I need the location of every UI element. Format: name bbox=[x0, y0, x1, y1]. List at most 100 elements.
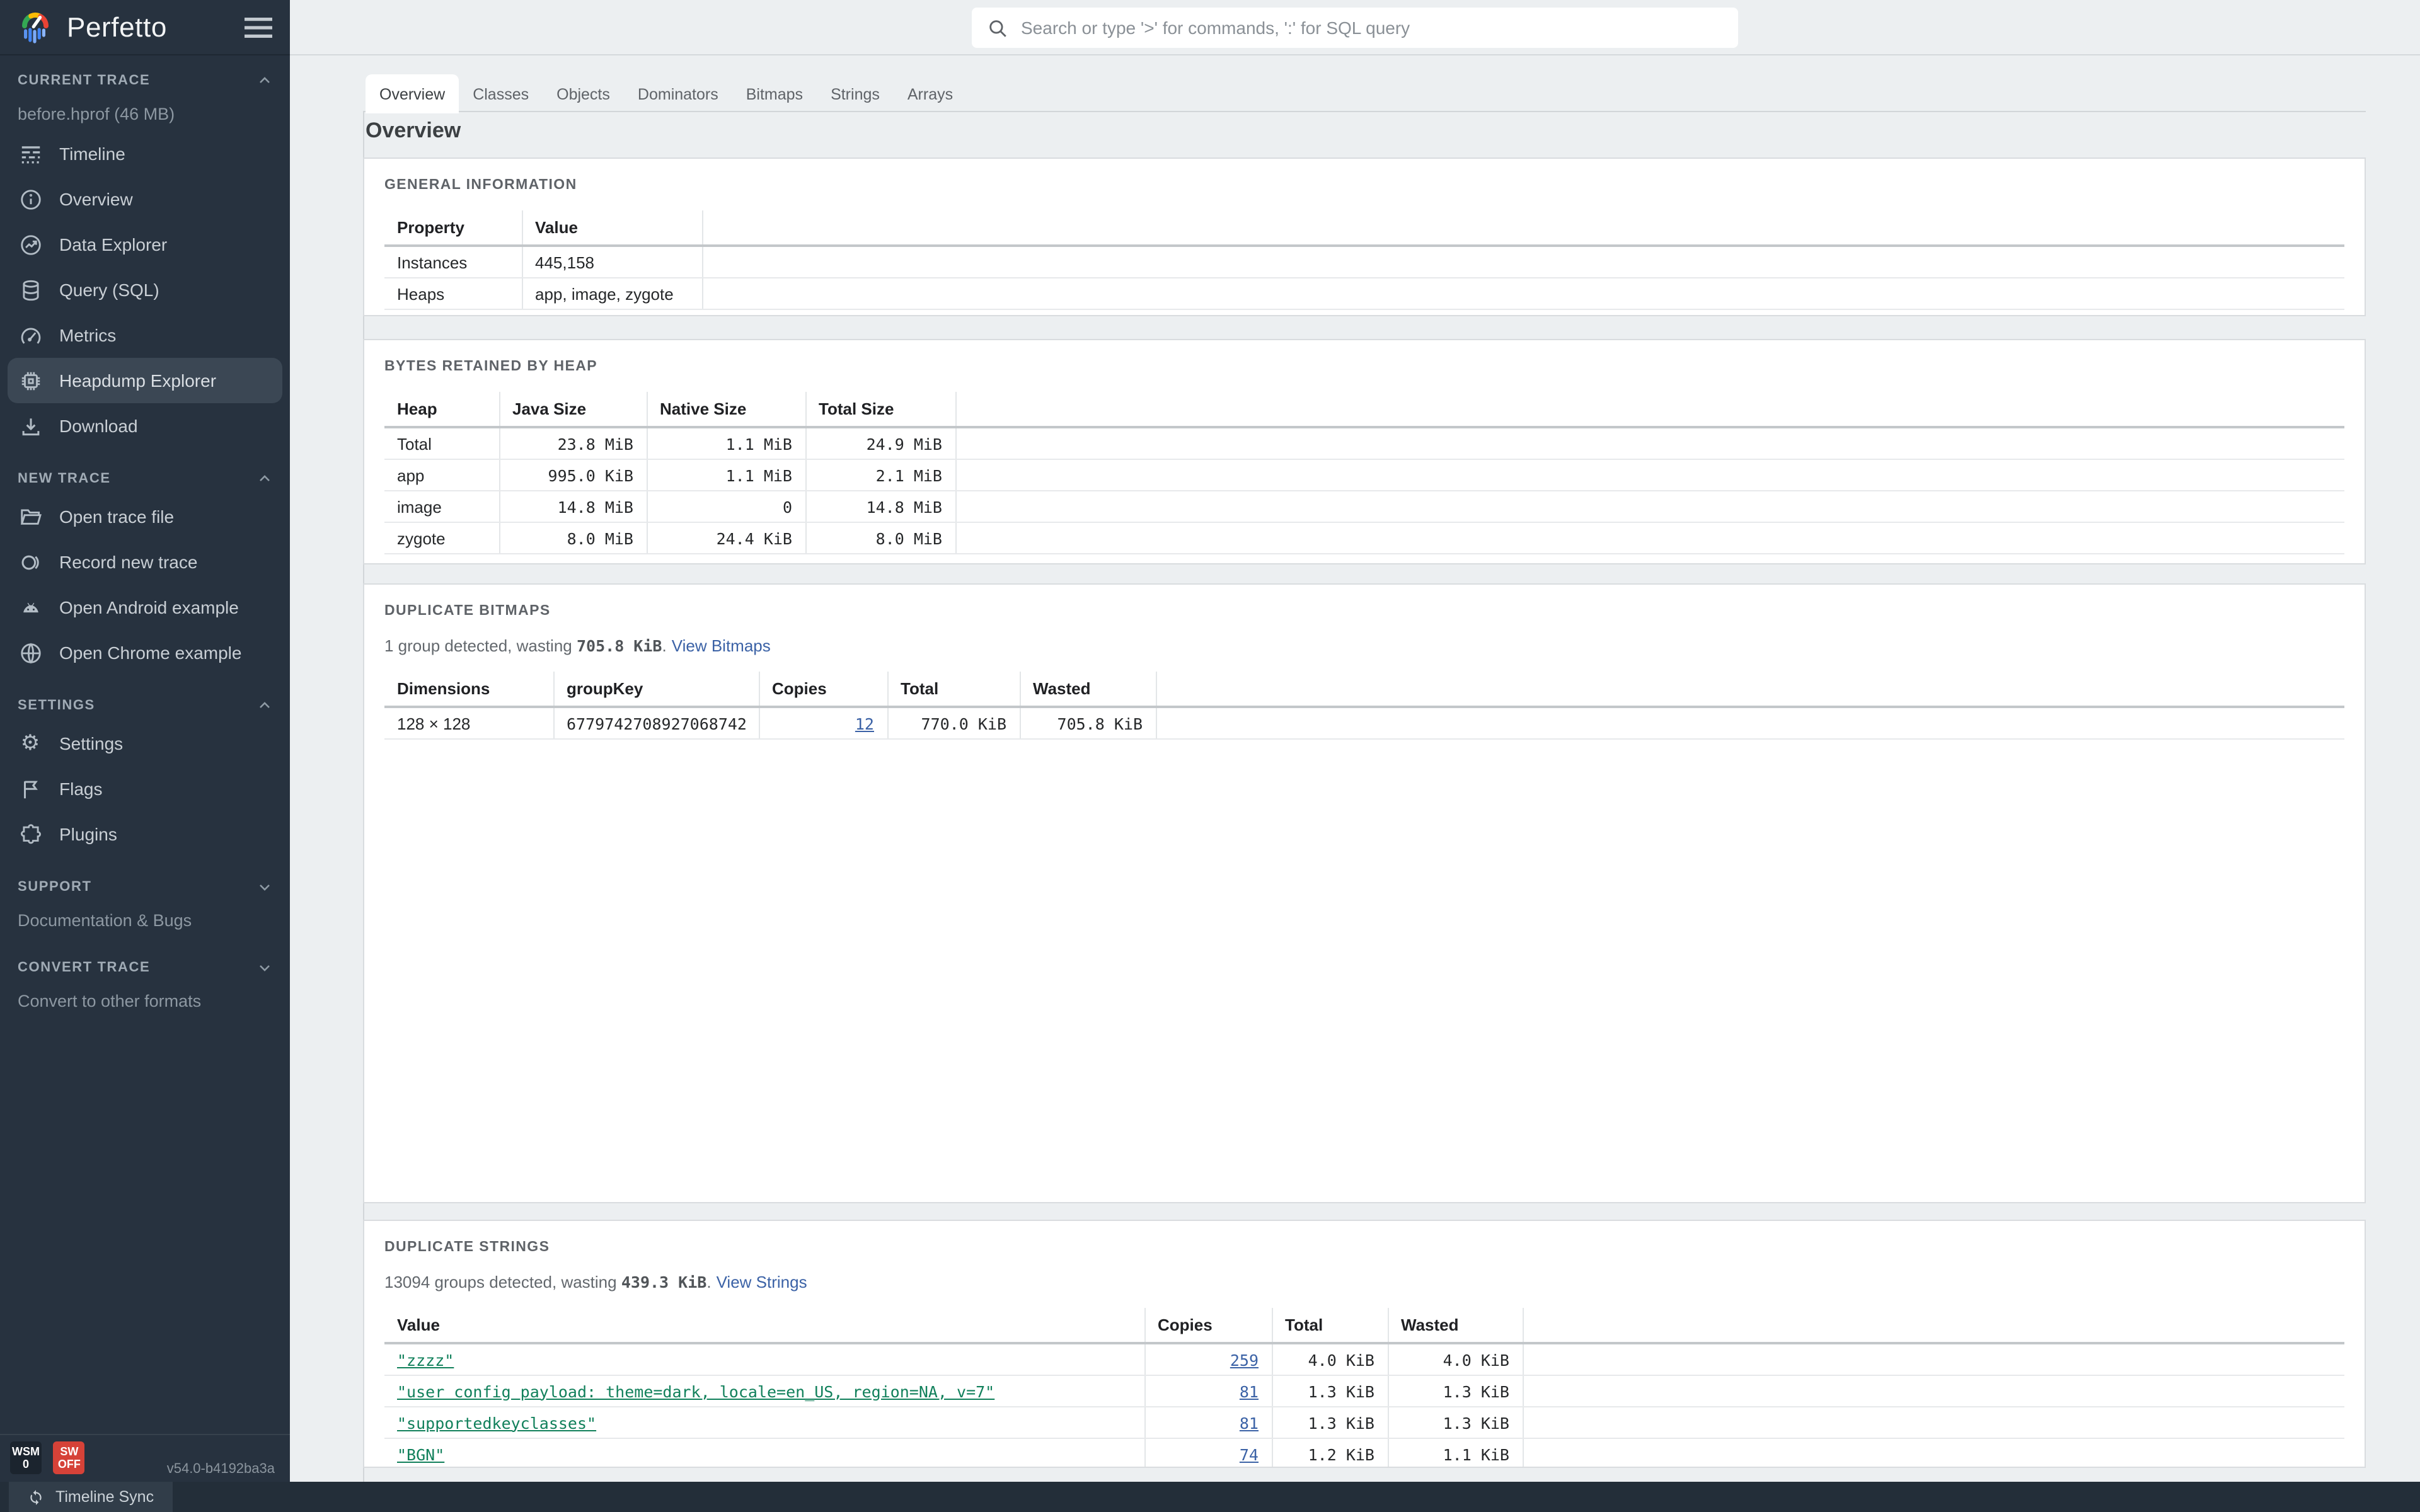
card-title: GENERAL INFORMATION bbox=[384, 178, 577, 193]
section-header-current-trace[interactable]: CURRENT TRACE bbox=[0, 66, 290, 96]
string-value-link[interactable]: "supportedkeyclasses" bbox=[397, 1413, 596, 1432]
sidebar-item-overview[interactable]: Overview bbox=[0, 176, 290, 222]
speedometer-icon bbox=[18, 323, 43, 348]
support-docs-link[interactable]: Documentation & Bugs bbox=[0, 902, 290, 937]
section-header-settings[interactable]: SETTINGS bbox=[0, 690, 290, 721]
total-size-cell: 24.9 MiB bbox=[805, 427, 956, 460]
search-input[interactable] bbox=[1021, 18, 1723, 38]
table-header-row: Heap Java Size Native Size Total Size bbox=[384, 392, 2344, 428]
tab-classes[interactable]: Classes bbox=[459, 74, 543, 113]
convert-trace-link[interactable]: Convert to other formats bbox=[0, 983, 290, 1018]
sidebar-item-plugins[interactable]: Plugins bbox=[0, 811, 290, 857]
chevron-up-icon bbox=[257, 471, 272, 486]
record-icon bbox=[18, 549, 43, 575]
column-header: Native Size bbox=[647, 392, 806, 428]
main-content: Overview Classes Objects Dominators Bitm… bbox=[290, 55, 2420, 1482]
summary-text: 13094 groups detected, wasting bbox=[384, 1273, 621, 1292]
sidebar-item-record-new-trace[interactable]: Record new trace bbox=[0, 539, 290, 585]
view-strings-link[interactable]: View Strings bbox=[717, 1273, 807, 1292]
sidebar-item-metrics[interactable]: Metrics bbox=[0, 312, 290, 358]
section-header-support[interactable]: SUPPORT bbox=[0, 872, 290, 902]
sidebar-header: Perfetto bbox=[0, 0, 290, 55]
tab-strings[interactable]: Strings bbox=[817, 74, 894, 113]
globe-icon bbox=[18, 640, 43, 665]
copies-link[interactable]: 259 bbox=[1230, 1350, 1259, 1369]
sidebar-item-settings[interactable]: ⚙ Settings bbox=[0, 721, 290, 766]
wasted-cell: 4.0 KiB bbox=[1388, 1343, 1523, 1376]
sidebar-item-query-sql[interactable]: Query (SQL) bbox=[0, 267, 290, 312]
java-size-cell: 23.8 MiB bbox=[499, 427, 647, 460]
timeline-icon bbox=[18, 141, 43, 166]
menu-icon[interactable] bbox=[245, 16, 272, 38]
section-header-label: SETTINGS bbox=[18, 698, 95, 713]
total-cell: 1.3 KiB bbox=[1272, 1375, 1388, 1407]
cards-column: GENERAL INFORMATION Property Value Insta… bbox=[363, 158, 2366, 1468]
perfetto-app: Perfetto CURRENT TRACE before.hprof (46 … bbox=[0, 0, 2420, 1512]
card-title: DUPLICATE BITMAPS bbox=[384, 604, 551, 619]
sidebar-item-label: Open Chrome example bbox=[59, 643, 242, 663]
total-cell: 770.0 KiB bbox=[887, 707, 1020, 740]
android-icon bbox=[18, 595, 43, 620]
sidebar-item-flags[interactable]: Flags bbox=[0, 766, 290, 811]
string-value-link[interactable]: "BGN" bbox=[397, 1445, 444, 1463]
column-header: Total bbox=[1272, 1308, 1388, 1344]
string-value-link[interactable]: "user config payload: theme=dark, locale… bbox=[397, 1382, 994, 1400]
value-cell: app, image, zygote bbox=[522, 278, 703, 310]
view-bitmaps-link[interactable]: View Bitmaps bbox=[672, 636, 771, 655]
tab-objects[interactable]: Objects bbox=[543, 74, 624, 113]
copies-link[interactable]: 74 bbox=[1240, 1445, 1259, 1463]
gear-icon: ⚙ bbox=[20, 730, 40, 755]
folder-open-icon bbox=[18, 504, 43, 529]
sidebar-item-timeline[interactable]: Timeline bbox=[0, 131, 290, 176]
sidebar-item-label: Query (SQL) bbox=[59, 280, 159, 300]
wasted-cell: 705.8 KiB bbox=[1020, 707, 1156, 740]
table-row: 128 × 128 6779742708927068742 12 770.0 K… bbox=[384, 707, 2344, 740]
card-title: BYTES RETAINED BY HEAP bbox=[384, 359, 597, 374]
sidebar-item-label: Open trace file bbox=[59, 507, 175, 527]
wsm-badge-line2: 0 bbox=[22, 1458, 29, 1470]
table-row: "zzzz" 259 4.0 KiB 4.0 KiB bbox=[384, 1343, 2344, 1376]
tab-overview[interactable]: Overview bbox=[366, 74, 459, 113]
tab-arrays[interactable]: Arrays bbox=[894, 74, 967, 113]
card-duplicate-bitmaps: DUPLICATE BITMAPS 1 group detected, wast… bbox=[363, 583, 2366, 1203]
value-cell: 445,158 bbox=[522, 246, 703, 278]
data-explorer-icon bbox=[18, 232, 43, 257]
card-duplicate-strings: DUPLICATE STRINGS 13094 groups detected,… bbox=[363, 1220, 2366, 1468]
search-box[interactable] bbox=[972, 8, 1738, 48]
duplicate-strings-summary: 13094 groups detected, wasting 439.3 KiB… bbox=[384, 1273, 2344, 1293]
card-bytes-retained-by-heap: BYTES RETAINED BY HEAP Heap Java Size Na… bbox=[363, 339, 2366, 564]
sidebar-item-open-trace-file[interactable]: Open trace file bbox=[0, 494, 290, 539]
sw-badge-line2: OFF bbox=[57, 1458, 81, 1470]
section-header-new-trace[interactable]: NEW TRACE bbox=[0, 464, 290, 494]
column-header: Heap bbox=[384, 392, 500, 428]
sidebar-item-heapdump-explorer[interactable]: Heapdump Explorer bbox=[8, 358, 282, 403]
native-size-cell: 1.1 MiB bbox=[647, 459, 806, 491]
table-row: "supportedkeyclasses" 81 1.3 KiB 1.3 KiB bbox=[384, 1407, 2344, 1439]
copies-link[interactable]: 81 bbox=[1240, 1413, 1259, 1432]
native-size-cell: 0 bbox=[647, 491, 806, 523]
sidebar-item-data-explorer[interactable]: Data Explorer bbox=[0, 222, 290, 267]
copies-link[interactable]: 81 bbox=[1240, 1382, 1259, 1400]
bytes-retained-table: Heap Java Size Native Size Total Size To… bbox=[384, 392, 2344, 554]
timeline-sync-button[interactable]: Timeline Sync bbox=[9, 1482, 173, 1512]
section-header-convert-trace[interactable]: CONVERT TRACE bbox=[0, 953, 290, 983]
sidebar-item-open-chrome-example[interactable]: Open Chrome example bbox=[0, 630, 290, 675]
puzzle-icon bbox=[18, 822, 43, 847]
download-icon bbox=[18, 413, 43, 438]
section-header-label: CONVERT TRACE bbox=[18, 960, 151, 975]
timeline-sync-label: Timeline Sync bbox=[55, 1488, 154, 1506]
total-size-cell: 14.8 MiB bbox=[805, 491, 956, 523]
copies-link[interactable]: 12 bbox=[855, 714, 874, 733]
heap-cell: zygote bbox=[384, 522, 500, 554]
string-value-link[interactable]: "zzzz" bbox=[397, 1350, 454, 1369]
tab-dominators[interactable]: Dominators bbox=[624, 74, 732, 113]
total-size-cell: 8.0 MiB bbox=[805, 522, 956, 554]
tab-bitmaps[interactable]: Bitmaps bbox=[732, 74, 817, 113]
total-size-cell: 2.1 MiB bbox=[805, 459, 956, 491]
column-header: Copies bbox=[1144, 1308, 1272, 1344]
sidebar-item-download[interactable]: Download bbox=[0, 403, 290, 449]
summary-suffix: . bbox=[662, 636, 667, 655]
duplicate-strings-table: Value Copies Total Wasted "zzzz" 259 4.0… bbox=[384, 1308, 2344, 1467]
java-size-cell: 8.0 MiB bbox=[499, 522, 647, 554]
sidebar-item-open-android-example[interactable]: Open Android example bbox=[0, 585, 290, 630]
